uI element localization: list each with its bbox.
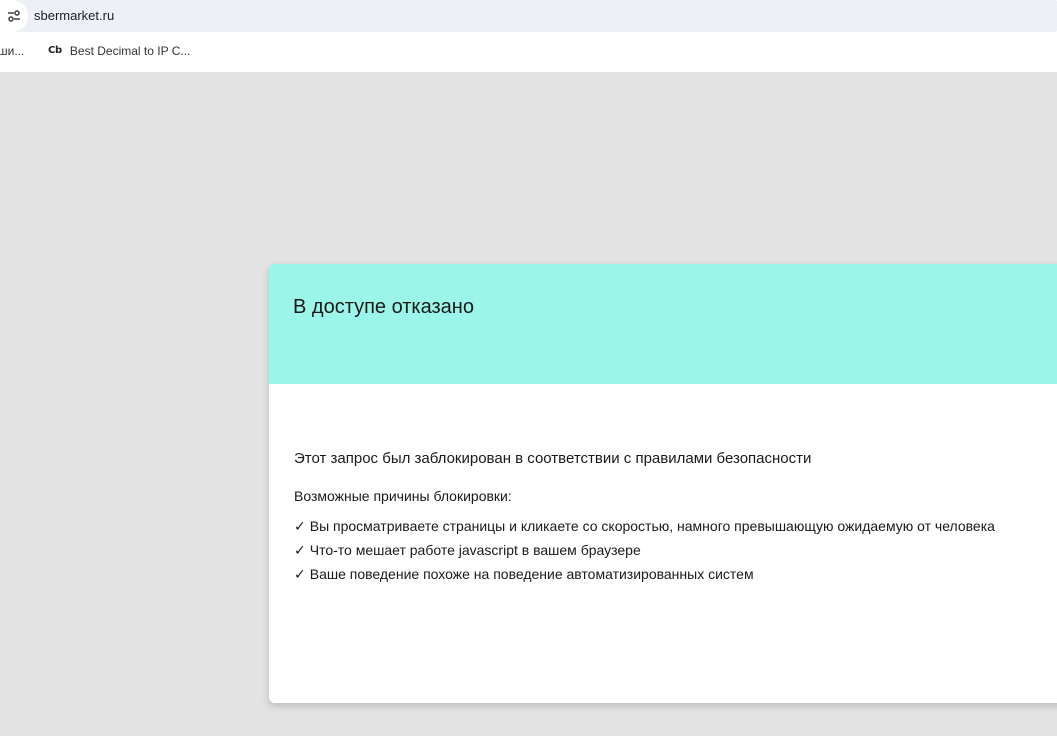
- bookmarks-bar: ши... Cb Best Decimal to IP C...: [0, 32, 1057, 72]
- check-icon: ✓: [294, 566, 306, 582]
- card-header: В доступе отказано: [269, 264, 1057, 384]
- bookmark-item[interactable]: Cb Best Decimal to IP C...: [48, 44, 190, 58]
- address-bar: sbermarket.ru: [0, 0, 1057, 32]
- reason-text: Вы просматриваете страницы и кликаете со…: [309, 518, 995, 534]
- reason-item: ✓ Ваше поведение похоже на поведение авто…: [294, 566, 1044, 582]
- card-body: Этот запрос был заблокирован в соответст…: [269, 384, 1057, 582]
- bookmark-favicon: Cb: [48, 45, 62, 56]
- reasons-heading: Возможные причины блокировки:: [294, 488, 512, 504]
- reason-text: Что-то мешает работе javascript в вашем …: [309, 542, 641, 558]
- bookmark-label: Best Decimal to IP C...: [69, 44, 191, 58]
- page-title: В доступе отказано: [293, 296, 474, 318]
- reason-text: Ваше поведение похоже на поведение автом…: [309, 566, 754, 582]
- block-message: Этот запрос был заблокирован в соответст…: [294, 450, 812, 467]
- bookmark-item[interactable]: ши...: [0, 44, 24, 58]
- reason-item: ✓ Что-то мешает работе javascript в вашем…: [294, 542, 1044, 558]
- check-icon: ✓: [294, 542, 306, 558]
- reasons-list: ✓ Вы просматриваете страницы и кликаете с…: [294, 518, 1044, 582]
- access-denied-card: В доступе отказано Этот запрос был забло…: [269, 264, 1057, 703]
- reason-item: ✓ Вы просматриваете страницы и кликаете с…: [294, 518, 1044, 534]
- tune-icon: [7, 10, 21, 22]
- omnibox[interactable]: [0, 0, 1057, 32]
- url-text[interactable]: sbermarket.ru: [34, 8, 114, 24]
- check-icon: ✓: [294, 518, 306, 534]
